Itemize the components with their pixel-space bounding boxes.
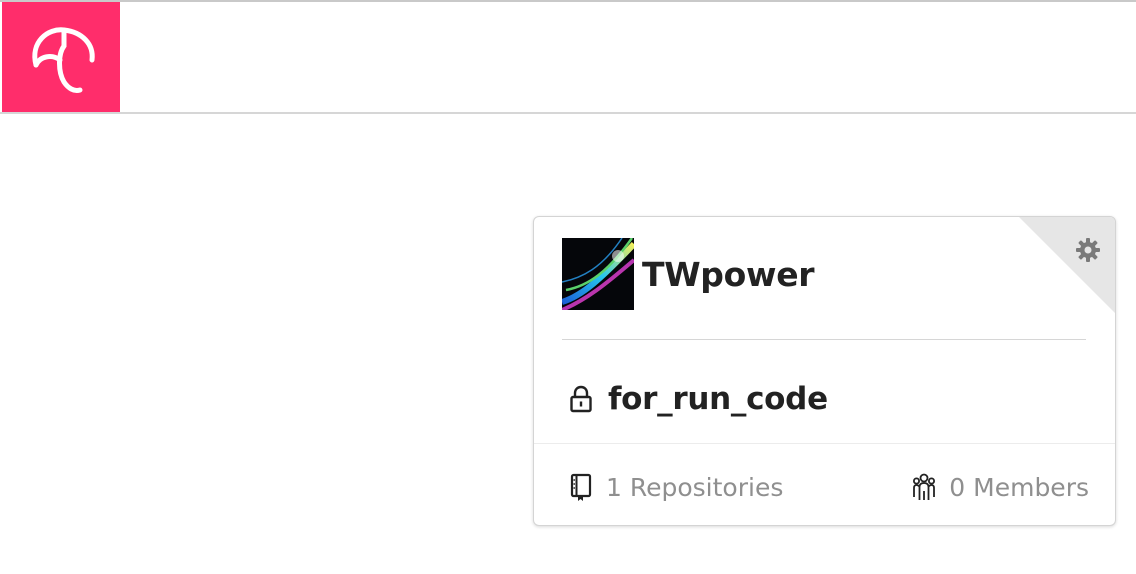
card-corner-fold <box>1019 217 1115 313</box>
organization-card: TWpower for_run_code 1 Repositories 0 Me… <box>533 216 1116 526</box>
umbrella-logo-icon[interactable] <box>2 2 120 112</box>
book-icon <box>568 472 594 502</box>
gear-icon[interactable] <box>1075 237 1101 263</box>
members-count: 0 Members <box>949 472 1089 502</box>
card-footer: 1 Repositories 0 Members <box>534 443 1115 525</box>
org-name[interactable]: TWpower <box>642 255 815 294</box>
people-icon <box>911 472 937 502</box>
org-header: TWpower <box>562 238 815 310</box>
top-bar <box>0 0 1136 114</box>
repo-link[interactable]: for_run_code <box>568 375 828 423</box>
members-stat[interactable]: 0 Members <box>911 470 1089 504</box>
org-avatar[interactable] <box>562 238 634 310</box>
repositories-count: 1 Repositories <box>606 472 784 502</box>
lock-icon <box>568 384 594 414</box>
repositories-stat[interactable]: 1 Repositories <box>568 470 783 504</box>
repo-name: for_run_code <box>608 381 828 417</box>
card-divider <box>562 339 1086 340</box>
